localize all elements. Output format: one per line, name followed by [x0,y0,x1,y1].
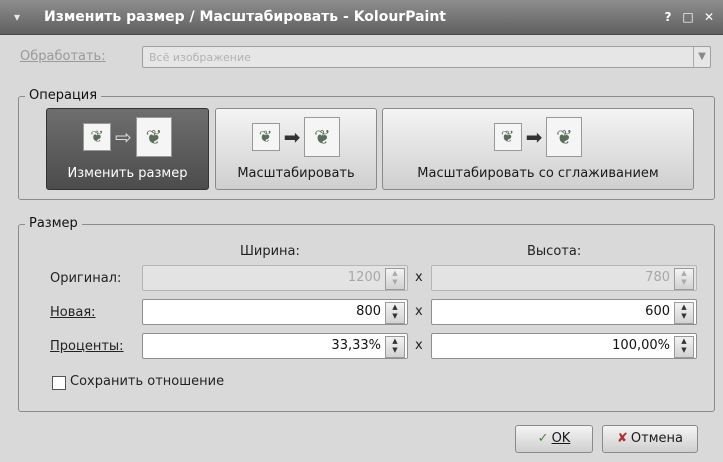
smooth-scale-illustration: ❦ ➡ ❦ [383,117,693,157]
percent-label: Проценты: [50,339,124,354]
new-width-value: 800 [356,304,381,319]
original-height-value: 780 [645,270,670,285]
original-height-spinbox: 780 ▲ ▼ [431,265,697,291]
original-label: Оригинал: [50,271,122,286]
new-label: Новая: [50,305,96,320]
resize-illustration: ❦ ⇨ ❦ [47,117,208,157]
window-menu-icon[interactable]: ▾ [14,10,20,24]
process-select[interactable]: Всё изображение ▼ [142,46,711,68]
new-height-spinbox[interactable]: 600 ▲ ▼ [431,299,697,325]
checkmark-icon: ✓ [537,431,549,446]
new-width-spinbox[interactable]: 800 ▲ ▼ [142,299,408,325]
new-height-value: 600 [645,304,670,319]
keep-ratio-checkbox[interactable] [52,376,66,390]
title-bar: ▾ Изменить размер / Масштабировать - Kol… [0,0,723,35]
arrow-right-icon: ➡ [283,125,301,149]
resize-operation-label: Изменить размер [67,166,188,181]
arrow-right-icon: ⇨ [115,125,132,149]
image-icon: ❦ [83,123,112,151]
operation-group-title: Операция [25,88,102,103]
cancel-x-icon: ✘ [617,431,628,446]
keep-ratio-label[interactable]: Сохранить отношение [70,374,224,389]
maximize-button[interactable]: □ [680,9,696,25]
scaled-image-icon: ❦ [304,117,341,157]
close-button[interactable]: ✕ [701,9,717,25]
resized-image-icon: ❦ [135,117,172,157]
smooth-scale-operation-label: Масштабировать со сглаживанием [417,166,659,181]
times-sign: x [415,270,423,285]
image-icon: ❦ [251,123,280,151]
spin-arrows-icon[interactable]: ▲ ▼ [674,302,694,324]
smooth-scaled-image-icon: ❦ [546,117,583,157]
chevron-down-icon[interactable]: ▼ [693,47,710,67]
smooth-scale-operation-button[interactable]: ❦ ➡ ❦ Масштабировать со сглаживанием [382,108,694,190]
spin-arrows-icon[interactable]: ▲ ▼ [385,336,405,358]
scale-operation-button[interactable]: ❦ ➡ ❦ Масштабировать [215,108,377,190]
ok-button[interactable]: ✓ OK [515,425,593,453]
height-header: Высота: [527,244,582,259]
percent-width-spinbox[interactable]: 33,33% ▲ ▼ [142,333,408,359]
spin-arrows-icon[interactable]: ▲ ▼ [385,302,405,324]
image-icon: ❦ [493,123,522,151]
help-button[interactable]: ? [660,9,676,25]
ok-button-label: OK [551,431,571,446]
original-width-value: 1200 [347,270,381,285]
times-sign: x [415,304,423,319]
spin-arrows-icon[interactable]: ▲ ▼ [674,336,694,358]
cancel-button-label: Отмена [630,431,683,446]
arrow-right-icon: ➡ [525,125,543,149]
original-width-spinbox: 1200 ▲ ▼ [142,265,408,291]
process-label: Обработать: [20,49,106,64]
scale-operation-label: Масштабировать [237,166,355,181]
scale-illustration: ❦ ➡ ❦ [216,117,376,157]
percent-height-value: 100,00% [612,338,670,353]
width-header: Ширина: [240,244,300,259]
window-title: Изменить размер / Масштабировать - Kolou… [44,9,447,25]
percent-width-value: 33,33% [331,338,381,353]
cancel-button[interactable]: ✘ Отмена [602,425,698,453]
size-group-title: Размер [25,216,82,231]
percent-height-spinbox[interactable]: 100,00% ▲ ▼ [431,333,697,359]
process-select-value: Всё изображение [149,51,251,64]
spin-arrows-icon: ▲ ▼ [385,268,405,290]
spin-arrows-icon: ▲ ▼ [674,268,694,290]
times-sign: x [415,338,423,353]
resize-operation-button[interactable]: ❦ ⇨ ❦ Изменить размер [46,108,209,190]
